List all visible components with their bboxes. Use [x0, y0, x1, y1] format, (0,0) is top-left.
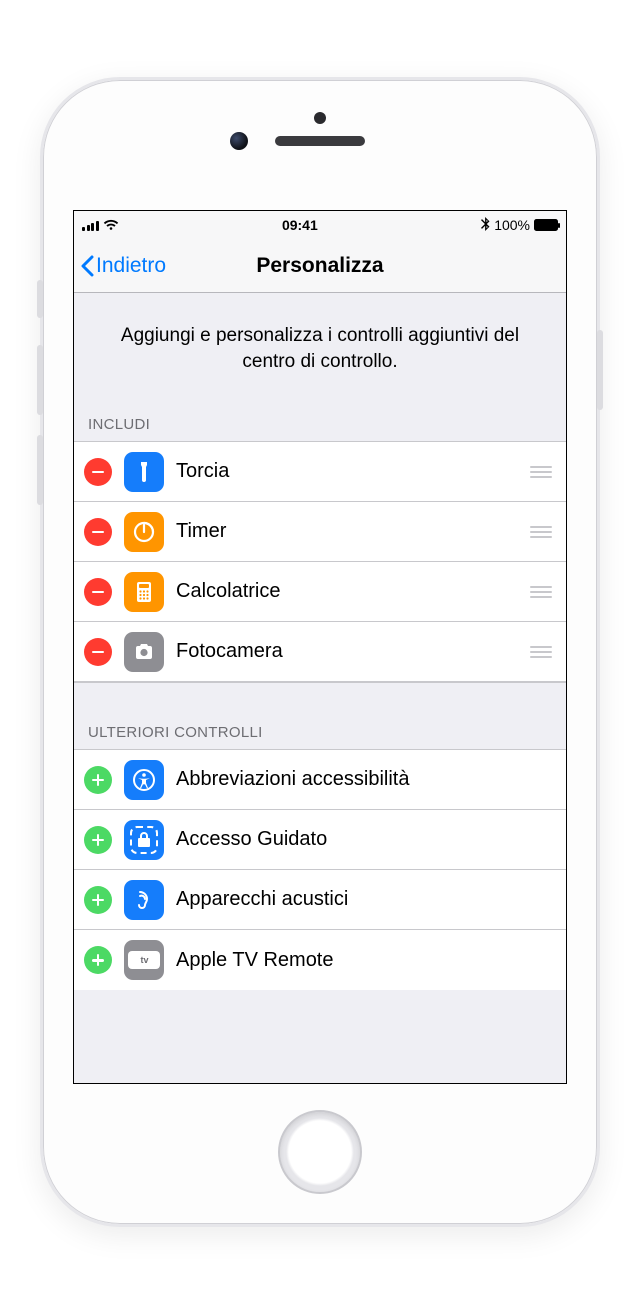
status-time: 09:41	[282, 217, 318, 233]
screen: 09:41 100% Indietro Personalizza Agg	[73, 210, 567, 1084]
reorder-handle[interactable]	[528, 526, 554, 538]
timer-icon	[124, 512, 164, 552]
reorder-handle[interactable]	[528, 466, 554, 478]
section-gap	[74, 682, 566, 716]
row-apple-tv-remote: tv Apple TV Remote	[74, 930, 566, 990]
battery-percentage: 100%	[494, 217, 530, 233]
page-title: Personalizza	[256, 254, 383, 278]
row-torcia: Torcia	[74, 442, 566, 502]
row-accessibility: Abbreviazioni accessibilità	[74, 750, 566, 810]
accessibility-icon	[124, 760, 164, 800]
volume-up	[37, 345, 43, 415]
flashlight-icon	[124, 452, 164, 492]
wifi-icon	[103, 219, 119, 231]
row-label: Apparecchi acustici	[176, 888, 554, 911]
hearing-icon	[124, 880, 164, 920]
bluetooth-icon	[481, 217, 490, 234]
reorder-handle[interactable]	[528, 586, 554, 598]
status-bar: 09:41 100%	[74, 211, 566, 239]
volume-down	[37, 435, 43, 505]
add-button[interactable]	[84, 946, 112, 974]
remove-button[interactable]	[84, 638, 112, 666]
add-button[interactable]	[84, 826, 112, 854]
power-button	[597, 330, 603, 410]
section-header-more: ULTERIORI CONTROLLI	[74, 716, 566, 750]
add-button[interactable]	[84, 766, 112, 794]
guided-access-icon	[124, 820, 164, 860]
apple-tv-badge-text: tv	[140, 955, 148, 965]
navigation-bar: Indietro Personalizza	[74, 239, 566, 293]
phone-body: 09:41 100% Indietro Personalizza Agg	[40, 77, 600, 1227]
row-label: Accesso Guidato	[176, 828, 554, 851]
row-label: Torcia	[176, 460, 516, 483]
reorder-handle[interactable]	[528, 646, 554, 658]
row-hearing: Apparecchi acustici	[74, 870, 566, 930]
proximity-sensor	[314, 112, 326, 124]
row-label: Abbreviazioni accessibilità	[176, 768, 554, 791]
remove-button[interactable]	[84, 518, 112, 546]
remove-button[interactable]	[84, 458, 112, 486]
page-description: Aggiungi e personalizza i controlli aggi…	[74, 293, 566, 408]
front-camera	[230, 132, 248, 150]
chevron-left-icon	[80, 255, 94, 277]
battery-icon	[534, 219, 558, 231]
remove-button[interactable]	[84, 578, 112, 606]
device-frame: 09:41 100% Indietro Personalizza Agg	[0, 0, 640, 1304]
home-button[interactable]	[278, 1110, 362, 1194]
row-label: Apple TV Remote	[176, 949, 554, 972]
row-label: Calcolatrice	[176, 580, 516, 603]
back-button[interactable]: Indietro	[80, 239, 166, 292]
row-calcolatrice: Calcolatrice	[74, 562, 566, 622]
apple-tv-icon: tv	[124, 940, 164, 980]
mute-switch	[37, 280, 43, 318]
calculator-icon	[124, 572, 164, 612]
row-label: Timer	[176, 520, 516, 543]
back-label: Indietro	[96, 254, 166, 278]
earpiece-speaker	[275, 136, 365, 146]
row-guided-access: Accesso Guidato	[74, 810, 566, 870]
section-header-include: INCLUDI	[74, 408, 566, 442]
row-label: Fotocamera	[176, 640, 516, 663]
row-timer: Timer	[74, 502, 566, 562]
cellular-signal-icon	[82, 219, 99, 231]
camera-icon	[124, 632, 164, 672]
row-fotocamera: Fotocamera	[74, 622, 566, 682]
add-button[interactable]	[84, 886, 112, 914]
